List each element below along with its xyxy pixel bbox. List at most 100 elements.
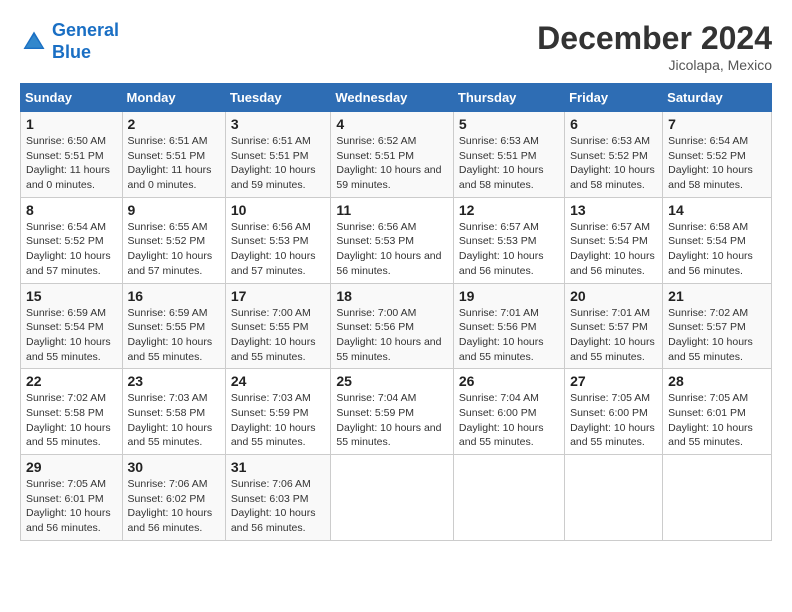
day-info: Sunrise: 7:05 AM Sunset: 6:00 PM Dayligh… — [570, 391, 657, 450]
header-row: SundayMondayTuesdayWednesdayThursdayFrid… — [21, 84, 772, 112]
calendar-cell: 4 Sunrise: 6:52 AM Sunset: 5:51 PM Daylig… — [331, 112, 454, 198]
calendar-cell: 11Sunrise: 6:56 AM Sunset: 5:53 PM Dayli… — [331, 197, 454, 283]
day-number: 13 — [570, 202, 657, 218]
calendar-cell: 2 Sunrise: 6:51 AM Sunset: 5:51 PM Daylig… — [122, 112, 225, 198]
day-info: Sunrise: 7:01 AM Sunset: 5:57 PM Dayligh… — [570, 306, 657, 365]
col-header-sunday: Sunday — [21, 84, 123, 112]
col-header-monday: Monday — [122, 84, 225, 112]
day-number: 7 — [668, 116, 766, 132]
day-number: 28 — [668, 373, 766, 389]
location-title: Jicolapa, Mexico — [537, 57, 772, 73]
day-number: 26 — [459, 373, 559, 389]
day-info: Sunrise: 6:51 AM Sunset: 5:51 PM Dayligh… — [128, 134, 220, 193]
day-info: Sunrise: 6:52 AM Sunset: 5:51 PM Dayligh… — [336, 134, 448, 193]
calendar-table: SundayMondayTuesdayWednesdayThursdayFrid… — [20, 83, 772, 541]
day-number: 1 — [26, 116, 117, 132]
calendar-cell: 25Sunrise: 7:04 AM Sunset: 5:59 PM Dayli… — [331, 369, 454, 455]
day-info: Sunrise: 6:54 AM Sunset: 5:52 PM Dayligh… — [668, 134, 766, 193]
col-header-saturday: Saturday — [663, 84, 772, 112]
day-info: Sunrise: 7:05 AM Sunset: 6:01 PM Dayligh… — [668, 391, 766, 450]
day-info: Sunrise: 7:03 AM Sunset: 5:58 PM Dayligh… — [128, 391, 220, 450]
day-number: 23 — [128, 373, 220, 389]
week-row-2: 8Sunrise: 6:54 AM Sunset: 5:52 PM Daylig… — [21, 197, 772, 283]
col-header-wednesday: Wednesday — [331, 84, 454, 112]
day-number: 14 — [668, 202, 766, 218]
calendar-cell: 18 Sunrise: 7:00 AM Sunset: 5:56 PM Dayli… — [331, 283, 454, 369]
day-info: Sunrise: 7:01 AM Sunset: 5:56 PM Dayligh… — [459, 306, 559, 365]
day-number: 19 — [459, 288, 559, 304]
day-number: 10 — [231, 202, 326, 218]
day-info: Sunrise: 7:03 AM Sunset: 5:59 PM Dayligh… — [231, 391, 326, 450]
day-info: Sunrise: 6:59 AM Sunset: 5:55 PM Dayligh… — [128, 306, 220, 365]
calendar-cell: 28 Sunrise: 7:05 AM Sunset: 6:01 PM Dayli… — [663, 369, 772, 455]
day-info: Sunrise: 7:00 AM Sunset: 5:56 PM Dayligh… — [336, 306, 448, 365]
day-number: 18 — [336, 288, 448, 304]
day-number: 21 — [668, 288, 766, 304]
day-info: Sunrise: 6:53 AM Sunset: 5:52 PM Dayligh… — [570, 134, 657, 193]
calendar-cell: 16 Sunrise: 6:59 AM Sunset: 5:55 PM Dayli… — [122, 283, 225, 369]
calendar-cell — [663, 455, 772, 541]
day-number: 4 — [336, 116, 448, 132]
calendar-cell: 12Sunrise: 6:57 AM Sunset: 5:53 PM Dayli… — [453, 197, 564, 283]
calendar-cell — [453, 455, 564, 541]
logo-line1: General — [52, 20, 119, 40]
day-info: Sunrise: 7:02 AM Sunset: 5:58 PM Dayligh… — [26, 391, 117, 450]
day-number: 8 — [26, 202, 117, 218]
day-number: 22 — [26, 373, 117, 389]
logo: General Blue — [20, 20, 119, 63]
day-info: Sunrise: 7:02 AM Sunset: 5:57 PM Dayligh… — [668, 306, 766, 365]
calendar-cell — [331, 455, 454, 541]
calendar-cell: 30Sunrise: 7:06 AM Sunset: 6:02 PM Dayli… — [122, 455, 225, 541]
calendar-cell: 31Sunrise: 7:06 AM Sunset: 6:03 PM Dayli… — [225, 455, 331, 541]
day-number: 29 — [26, 459, 117, 475]
day-number: 20 — [570, 288, 657, 304]
week-row-5: 29 Sunrise: 7:05 AM Sunset: 6:01 PM Dayli… — [21, 455, 772, 541]
calendar-cell — [565, 455, 663, 541]
day-info: Sunrise: 6:51 AM Sunset: 5:51 PM Dayligh… — [231, 134, 326, 193]
week-row-1: 1 Sunrise: 6:50 AM Sunset: 5:51 PM Daylig… — [21, 112, 772, 198]
day-number: 5 — [459, 116, 559, 132]
calendar-cell: 9 Sunrise: 6:55 AM Sunset: 5:52 PM Daylig… — [122, 197, 225, 283]
day-number: 31 — [231, 459, 326, 475]
calendar-cell: 21 Sunrise: 7:02 AM Sunset: 5:57 PM Dayli… — [663, 283, 772, 369]
day-number: 9 — [128, 202, 220, 218]
day-number: 16 — [128, 288, 220, 304]
logo-icon — [20, 28, 48, 56]
logo-text: General Blue — [52, 20, 119, 63]
day-info: Sunrise: 7:05 AM Sunset: 6:01 PM Dayligh… — [26, 477, 117, 536]
calendar-cell: 22 Sunrise: 7:02 AM Sunset: 5:58 PM Dayli… — [21, 369, 123, 455]
calendar-cell: 14 Sunrise: 6:58 AM Sunset: 5:54 PM Dayli… — [663, 197, 772, 283]
day-number: 2 — [128, 116, 220, 132]
calendar-cell: 19 Sunrise: 7:01 AM Sunset: 5:56 PM Dayli… — [453, 283, 564, 369]
day-number: 17 — [231, 288, 326, 304]
calendar-cell: 23 Sunrise: 7:03 AM Sunset: 5:58 PM Dayli… — [122, 369, 225, 455]
col-header-friday: Friday — [565, 84, 663, 112]
day-info: Sunrise: 6:53 AM Sunset: 5:51 PM Dayligh… — [459, 134, 559, 193]
day-info: Sunrise: 6:50 AM Sunset: 5:51 PM Dayligh… — [26, 134, 117, 193]
calendar-cell: 26Sunrise: 7:04 AM Sunset: 6:00 PM Dayli… — [453, 369, 564, 455]
calendar-cell: 1 Sunrise: 6:50 AM Sunset: 5:51 PM Daylig… — [21, 112, 123, 198]
calendar-cell: 15Sunrise: 6:59 AM Sunset: 5:54 PM Dayli… — [21, 283, 123, 369]
calendar-cell: 13 Sunrise: 6:57 AM Sunset: 5:54 PM Dayli… — [565, 197, 663, 283]
calendar-cell: 10 Sunrise: 6:56 AM Sunset: 5:53 PM Dayli… — [225, 197, 331, 283]
calendar-cell: 8Sunrise: 6:54 AM Sunset: 5:52 PM Daylig… — [21, 197, 123, 283]
day-info: Sunrise: 6:57 AM Sunset: 5:53 PM Dayligh… — [459, 220, 559, 279]
calendar-cell: 20 Sunrise: 7:01 AM Sunset: 5:57 PM Dayli… — [565, 283, 663, 369]
logo-line2: Blue — [52, 42, 91, 62]
day-info: Sunrise: 6:56 AM Sunset: 5:53 PM Dayligh… — [231, 220, 326, 279]
calendar-cell: 3Sunrise: 6:51 AM Sunset: 5:51 PM Daylig… — [225, 112, 331, 198]
calendar-cell: 5 Sunrise: 6:53 AM Sunset: 5:51 PM Daylig… — [453, 112, 564, 198]
day-info: Sunrise: 6:57 AM Sunset: 5:54 PM Dayligh… — [570, 220, 657, 279]
col-header-thursday: Thursday — [453, 84, 564, 112]
calendar-cell: 27Sunrise: 7:05 AM Sunset: 6:00 PM Dayli… — [565, 369, 663, 455]
day-number: 24 — [231, 373, 326, 389]
day-number: 11 — [336, 202, 448, 218]
day-info: Sunrise: 6:55 AM Sunset: 5:52 PM Dayligh… — [128, 220, 220, 279]
calendar-cell: 7 Sunrise: 6:54 AM Sunset: 5:52 PM Daylig… — [663, 112, 772, 198]
title-block: December 2024 Jicolapa, Mexico — [537, 20, 772, 73]
header: General Blue December 2024 Jicolapa, Mex… — [20, 20, 772, 73]
calendar-cell: 6Sunrise: 6:53 AM Sunset: 5:52 PM Daylig… — [565, 112, 663, 198]
day-info: Sunrise: 6:58 AM Sunset: 5:54 PM Dayligh… — [668, 220, 766, 279]
day-info: Sunrise: 7:04 AM Sunset: 5:59 PM Dayligh… — [336, 391, 448, 450]
day-info: Sunrise: 7:00 AM Sunset: 5:55 PM Dayligh… — [231, 306, 326, 365]
